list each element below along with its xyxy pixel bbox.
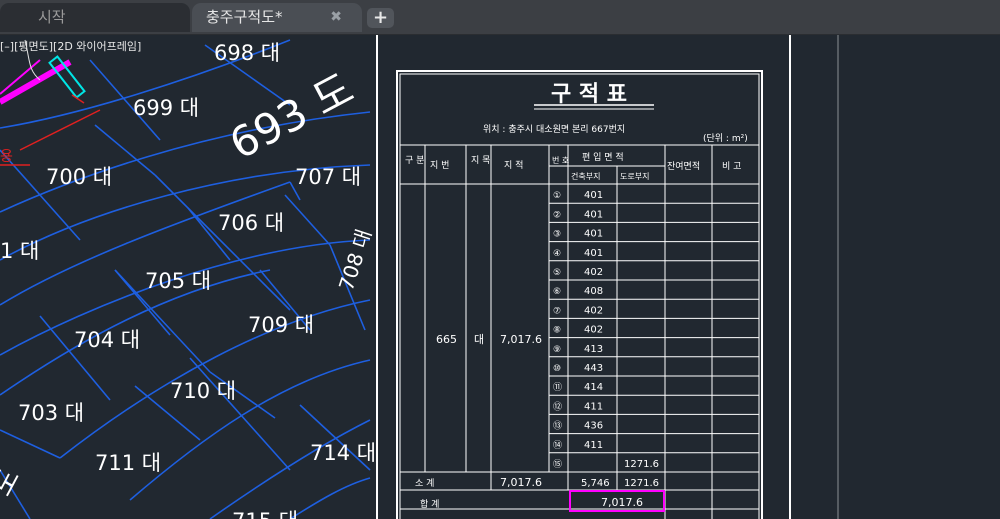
- row-building-area: 402: [584, 305, 603, 316]
- header-remainder: 잔여면적: [667, 160, 700, 172]
- legend-fragment: 용: [0, 149, 13, 165]
- tab-bar: 시작 충주구적도* ✖ +: [0, 0, 1000, 35]
- row-building-area: 401: [584, 209, 603, 220]
- row-building-area: 402: [584, 267, 603, 278]
- row-building-area: 436: [584, 421, 603, 432]
- parcel-706-label: 706 대: [218, 211, 284, 235]
- subtotal-road: 1271.6: [624, 478, 659, 489]
- row-number: ⑦: [553, 306, 561, 316]
- table-unit: (단위 : m²): [703, 133, 748, 144]
- row-building-area: 411: [584, 440, 603, 451]
- row-number: ⑭: [553, 440, 562, 451]
- row-building-area: 401: [584, 248, 603, 259]
- parcel-701-label: 1 대: [0, 239, 39, 263]
- tab-start[interactable]: 시작: [0, 3, 190, 32]
- subtotal-building: 5,746: [581, 478, 610, 489]
- row-road-area: 1271.6: [624, 459, 659, 470]
- header-gubun: 구 분: [405, 155, 424, 166]
- parcel-area: 7,017.6: [500, 333, 542, 346]
- subtotal-area: 7,017.6: [500, 476, 542, 489]
- row-building-area: 408: [584, 286, 603, 297]
- row-building-area: 402: [584, 325, 603, 336]
- row-number: ⑤: [553, 268, 561, 278]
- parcel-704-label: 704 대: [74, 328, 140, 352]
- row-number: ①: [553, 191, 561, 201]
- row-number: ⑪: [553, 382, 562, 393]
- tab-drawing-label: 충주구적도*: [206, 8, 283, 26]
- subtotal-label: 소 계: [415, 477, 434, 489]
- parcel-698-label: 698 대: [214, 41, 280, 65]
- row-number: ⑧: [553, 326, 561, 336]
- parcel-699-label: 699 대: [133, 96, 199, 120]
- parcel-707-label: 707 대: [295, 165, 361, 189]
- total-value: 7,017.6: [601, 496, 643, 509]
- row-number: ⑮: [553, 459, 562, 470]
- table-location: 위치 : 충주시 대소원면 본리 667번지: [483, 123, 625, 135]
- header-building: 건축부지: [571, 171, 600, 181]
- header-note: 비 고: [722, 161, 741, 172]
- row-building-area: 411: [584, 401, 603, 412]
- row-building-area: 401: [584, 229, 603, 240]
- row-number: ②: [553, 210, 561, 220]
- parcel-714-label: 714 대: [310, 441, 376, 465]
- header-jimok: 지 목: [471, 155, 490, 166]
- row-number: ⑨: [553, 345, 561, 355]
- row-number: ⑬: [553, 421, 562, 432]
- viewport-label[interactable]: [–][평면도][2D 와이어프레임]: [0, 38, 141, 54]
- drawing-canvas[interactable]: 698 대 699 대 700 대 1 대 707 대 706 대 705 대 …: [0, 35, 1000, 519]
- parcel-709-label: 709 대: [248, 313, 314, 337]
- land-category: 대: [474, 333, 484, 346]
- parcel-700-label: 700 대: [46, 165, 112, 189]
- parcel-715-label: 715 대: [232, 509, 298, 519]
- header-jijeok: 지 적: [504, 159, 523, 171]
- row-building-area: 413: [584, 344, 603, 355]
- header-jibeon: 지 번: [430, 160, 449, 171]
- header-road: 도로부지: [620, 172, 649, 181]
- row-number: ⑥: [553, 287, 561, 297]
- close-icon[interactable]: ✖: [330, 3, 342, 32]
- row-number: ⑫: [553, 401, 562, 412]
- row-number: ③: [553, 230, 561, 240]
- row-number: ④: [553, 249, 561, 259]
- tab-drawing[interactable]: 충주구적도* ✖: [192, 3, 362, 32]
- parcel-710-label: 710 대: [170, 379, 236, 403]
- new-tab-button[interactable]: +: [367, 8, 394, 28]
- row-number: ⑩: [553, 364, 561, 374]
- table-title: 구 적 표: [551, 82, 627, 107]
- row-building-area: 443: [584, 363, 603, 374]
- total-label: 합 계: [420, 498, 439, 510]
- row-building-area: 401: [584, 190, 603, 201]
- header-pyeonip: 편 입 면 적: [582, 151, 624, 163]
- header-beonho: 번 호: [552, 156, 569, 165]
- parcel-703-label: 703 대: [18, 401, 84, 425]
- row-building-area: 414: [584, 382, 603, 393]
- parcel-number: 665: [436, 333, 457, 346]
- parcel-705-label: 705 대: [145, 269, 211, 293]
- parcel-711-label: 711 대: [95, 451, 161, 475]
